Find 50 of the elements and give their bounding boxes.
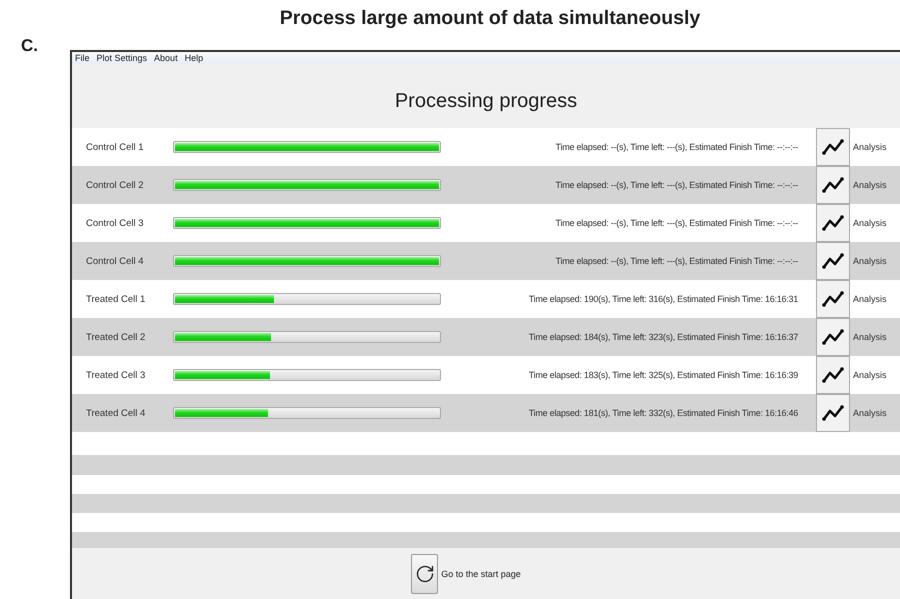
menu-item[interactable]: File [75, 53, 90, 63]
menu-item[interactable]: Plot Settings [96, 53, 148, 63]
cell-name: Treated Cell 1 [85, 294, 146, 304]
line-chart-icon [822, 177, 844, 193]
analysis-label: Analysis [852, 332, 888, 342]
analysis-label: Analysis [852, 294, 888, 304]
analysis-button[interactable] [816, 394, 850, 432]
window-title: Processing progress [394, 90, 578, 112]
time-status: Time elapsed: 181(s), Time left: 332(s), Estimated Finish Time: 16:16:46 [528, 408, 799, 418]
menu-item[interactable]: About [154, 53, 178, 63]
analysis-button[interactable] [816, 280, 850, 318]
cell-name: Control Cell 3 [85, 218, 145, 228]
time-status: Time elapsed: 190(s), Time left: 316(s), Estimated Finish Time: 16:16:31 [528, 294, 799, 304]
analysis-label: Analysis [852, 218, 888, 228]
cell-name: Treated Cell 2 [85, 332, 146, 342]
analysis-button[interactable] [816, 166, 850, 204]
analysis-label: Analysis [852, 256, 888, 266]
analysis-label: Analysis [852, 180, 888, 190]
cell-name: Control Cell 2 [85, 180, 145, 190]
menu-item[interactable]: Help [184, 53, 204, 63]
cell-name: Control Cell 1 [85, 142, 145, 152]
time-status: Time elapsed: --(s), Time left: ---(s), Estimated Finish Time: --:--:-- [554, 256, 799, 266]
cell-name: Treated Cell 3 [85, 370, 146, 380]
analysis-label: Analysis [852, 142, 888, 152]
analysis-label: Analysis [852, 370, 888, 380]
analysis-button[interactable] [816, 204, 850, 242]
line-chart-icon [822, 291, 844, 307]
line-chart-icon [822, 367, 844, 383]
analysis-button[interactable] [816, 318, 850, 356]
line-chart-icon [822, 139, 844, 155]
analysis-button[interactable] [816, 128, 850, 166]
analysis-button[interactable] [816, 242, 850, 280]
time-status: Time elapsed: 184(s), Time left: 323(s), Estimated Finish Time: 16:16:37 [528, 332, 799, 342]
restart-label: Go to the start page [441, 568, 521, 578]
line-chart-icon [822, 215, 844, 231]
cell-name: Control Cell 4 [85, 256, 145, 266]
time-status: Time elapsed: --(s), Time left: ---(s), Estimated Finish Time: --:--:-- [554, 180, 799, 190]
analysis-label: Analysis [852, 408, 888, 418]
line-chart-icon [822, 253, 844, 269]
figure-heading: Process large amount of data simultaneously [278, 6, 702, 30]
time-status: Time elapsed: --(s), Time left: ---(s), Estimated Finish Time: --:--:-- [554, 142, 799, 152]
restart-button[interactable] [411, 554, 438, 594]
panel-label: C. [21, 36, 38, 55]
line-chart-icon [822, 329, 844, 345]
cell-name: Treated Cell 4 [85, 408, 146, 418]
line-chart-icon [822, 405, 844, 421]
analysis-button[interactable] [816, 356, 850, 394]
refresh-icon [414, 564, 435, 584]
time-status: Time elapsed: 183(s), Time left: 325(s), Estimated Finish Time: 16:16:39 [528, 370, 799, 380]
time-status: Time elapsed: --(s), Time left: ---(s), Estimated Finish Time: --:--:-- [554, 218, 799, 228]
